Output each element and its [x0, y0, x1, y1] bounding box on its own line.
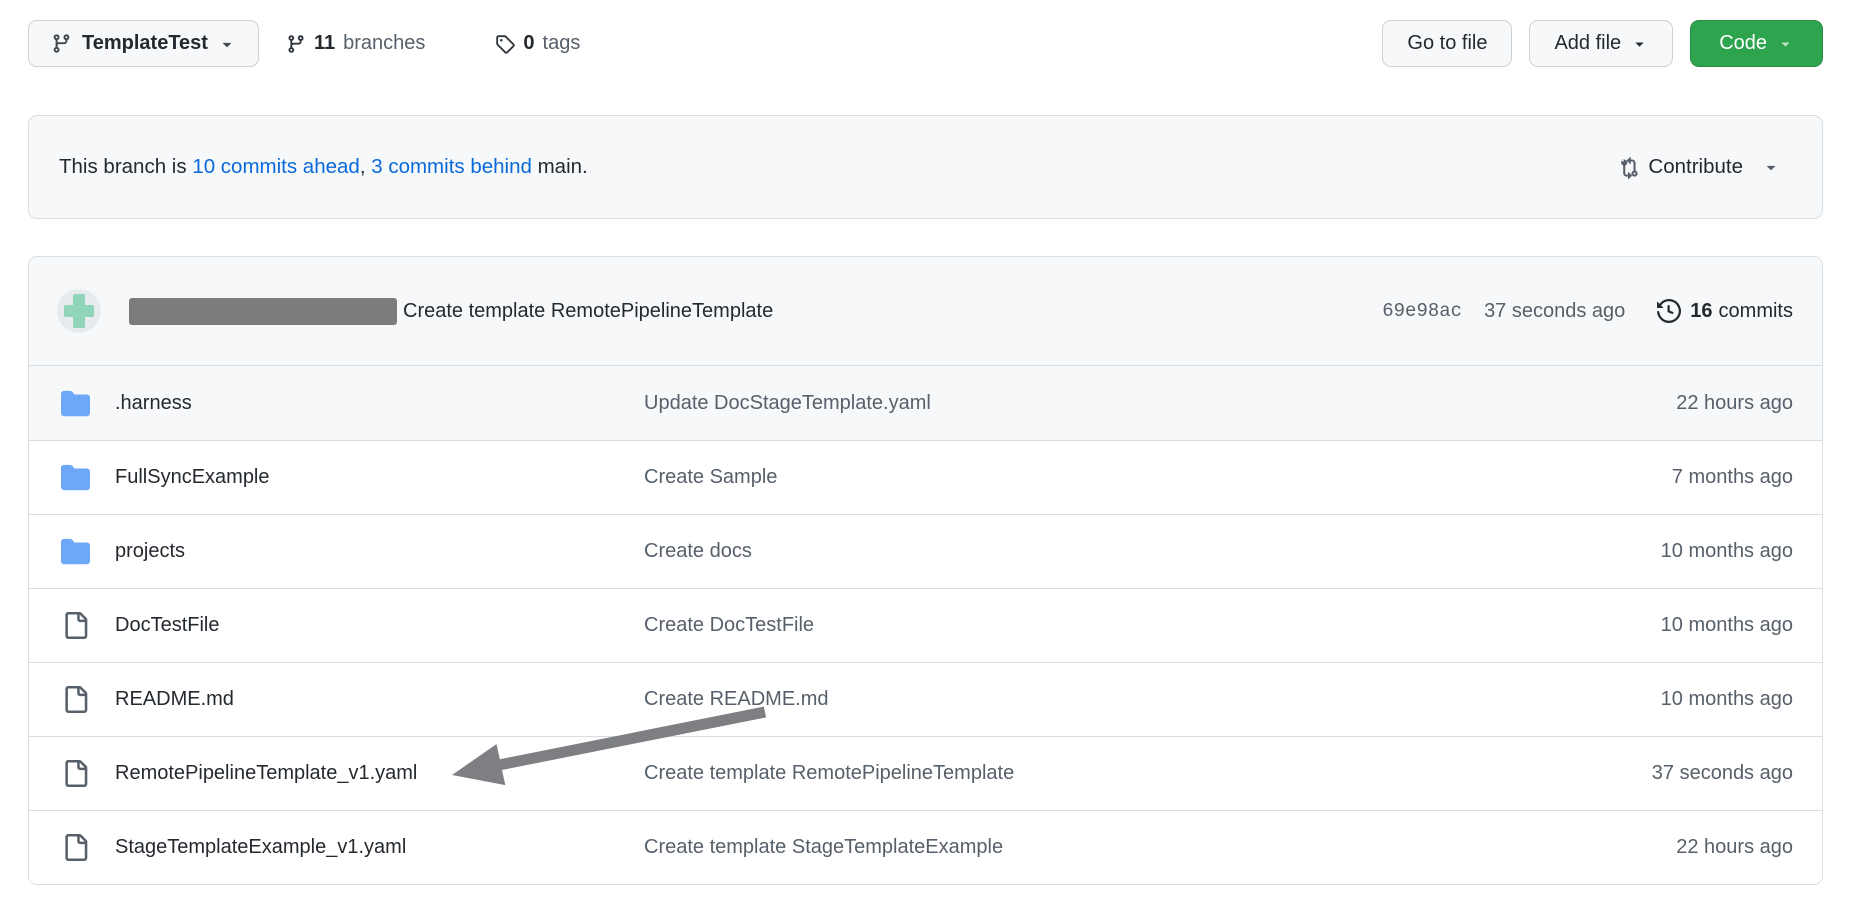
toolbar-actions: Go to file Add file Code	[1382, 20, 1823, 67]
commits-ahead-link[interactable]: 10 commits ahead	[192, 155, 360, 178]
file-name-link[interactable]: .harness	[115, 392, 644, 415]
add-file-label: Add file	[1554, 32, 1621, 55]
contribute-button[interactable]: Contribute	[1617, 155, 1780, 179]
file-name-link[interactable]: FullSyncExample	[115, 466, 644, 489]
file-type-icon-box	[61, 760, 90, 787]
file-icon	[62, 686, 89, 713]
author-avatar[interactable]	[57, 289, 101, 333]
file-row[interactable]: .harness Update DocStageTemplate.yaml 22…	[29, 366, 1822, 440]
file-type-icon-box	[61, 463, 90, 492]
folder-icon	[61, 389, 90, 418]
file-type-icon-box	[61, 537, 90, 566]
commits-count: 16	[1690, 300, 1712, 323]
git-compare-icon	[1617, 156, 1639, 179]
file-name-link[interactable]: StageTemplateExample_v1.yaml	[115, 836, 644, 859]
commits-behind-link[interactable]: 3 commits behind	[371, 155, 532, 178]
history-clock-icon	[1657, 299, 1681, 323]
chevron-down-icon	[218, 35, 236, 53]
file-listing-box: Create template RemotePipelineTemplate 6…	[28, 256, 1823, 885]
file-row[interactable]: DocTestFile Create DocTestFile 10 months…	[29, 588, 1822, 662]
file-icon	[62, 760, 89, 787]
banner-prefix: This branch is	[59, 155, 192, 178]
file-commit-message-link[interactable]: Create template StageTemplateExample	[644, 836, 1676, 859]
add-file-button[interactable]: Add file	[1529, 20, 1673, 67]
commit-time: 37 seconds ago	[1484, 300, 1625, 323]
file-commit-message-link[interactable]: Create template RemotePipelineTemplate	[644, 762, 1652, 785]
file-commit-time: 10 months ago	[1661, 540, 1793, 563]
folder-icon	[61, 537, 90, 566]
banner-suffix: main.	[532, 155, 588, 178]
branches-label: branches	[343, 32, 425, 55]
file-name-link[interactable]: projects	[115, 540, 644, 563]
chevron-down-icon	[1762, 158, 1780, 176]
tags-label: tags	[543, 32, 581, 55]
file-commit-message-link[interactable]: Update DocStageTemplate.yaml	[644, 392, 1676, 415]
commits-label: commits	[1719, 300, 1793, 323]
file-list: .harness Update DocStageTemplate.yaml 22…	[29, 366, 1822, 884]
banner-separator: ,	[360, 155, 371, 178]
branch-status-text: This branch is 10 commits ahead, 3 commi…	[59, 155, 588, 179]
file-row[interactable]: projects Create docs 10 months ago	[29, 514, 1822, 588]
code-button[interactable]: Code	[1690, 20, 1823, 67]
file-type-icon-box	[61, 686, 90, 713]
latest-commit-meta: 69e98ac 37 seconds ago 16 commits	[1382, 299, 1793, 323]
latest-commit-message-link[interactable]: Create template RemotePipelineTemplate	[403, 300, 773, 323]
branch-selector-label: TemplateTest	[82, 32, 208, 55]
git-branch-icon	[51, 33, 72, 54]
file-commit-time: 37 seconds ago	[1652, 762, 1793, 785]
file-row[interactable]: FullSyncExample Create Sample 7 months a…	[29, 440, 1822, 514]
file-commit-time: 10 months ago	[1661, 688, 1793, 711]
contribute-label: Contribute	[1648, 155, 1743, 179]
tags-count: 0	[523, 32, 534, 55]
latest-commit-header: Create template RemotePipelineTemplate 6…	[29, 257, 1822, 366]
file-commit-time: 22 hours ago	[1676, 392, 1793, 415]
file-type-icon-box	[61, 834, 90, 861]
file-commit-message-link[interactable]: Create Sample	[644, 466, 1672, 489]
git-branch-icon	[286, 34, 306, 54]
chevron-down-icon	[1777, 35, 1794, 52]
branch-selector-button[interactable]: TemplateTest	[28, 20, 259, 67]
file-type-icon-box	[61, 612, 90, 639]
branches-link[interactable]: 11 branches	[286, 32, 425, 55]
go-to-file-button[interactable]: Go to file	[1382, 20, 1512, 67]
repo-code-page: TemplateTest 11 branches 0 tags Go to fi…	[28, 20, 1823, 885]
redacted-author-name	[129, 298, 397, 325]
file-commit-message-link[interactable]: Create docs	[644, 540, 1661, 563]
file-row[interactable]: RemotePipelineTemplate_v1.yaml Create te…	[29, 736, 1822, 810]
tag-icon	[495, 34, 515, 54]
branches-count: 11	[314, 32, 335, 55]
chevron-down-icon	[1631, 35, 1648, 52]
file-type-icon-box	[61, 389, 90, 418]
file-name-link[interactable]: README.md	[115, 688, 644, 711]
tags-link[interactable]: 0 tags	[495, 32, 580, 55]
branch-status-banner: This branch is 10 commits ahead, 3 commi…	[28, 115, 1823, 219]
code-button-label: Code	[1719, 32, 1767, 55]
file-icon	[62, 834, 89, 861]
file-commit-message-link[interactable]: Create README.md	[644, 688, 1661, 711]
file-commit-time: 7 months ago	[1672, 466, 1793, 489]
commit-hash-link[interactable]: 69e98ac	[1382, 300, 1462, 322]
folder-icon	[61, 463, 90, 492]
commit-history-link[interactable]: 16 commits	[1657, 299, 1793, 323]
file-commit-time: 10 months ago	[1661, 614, 1793, 637]
file-name-link[interactable]: DocTestFile	[115, 614, 644, 637]
file-commit-time: 22 hours ago	[1676, 836, 1793, 859]
file-commit-message-link[interactable]: Create DocTestFile	[644, 614, 1661, 637]
repo-toolbar: TemplateTest 11 branches 0 tags Go to fi…	[28, 20, 1823, 67]
file-name-link[interactable]: RemotePipelineTemplate_v1.yaml	[115, 762, 644, 785]
file-icon	[62, 612, 89, 639]
file-row[interactable]: StageTemplateExample_v1.yaml Create temp…	[29, 810, 1822, 884]
file-row[interactable]: README.md Create README.md 10 months ago	[29, 662, 1822, 736]
go-to-file-label: Go to file	[1407, 32, 1487, 55]
